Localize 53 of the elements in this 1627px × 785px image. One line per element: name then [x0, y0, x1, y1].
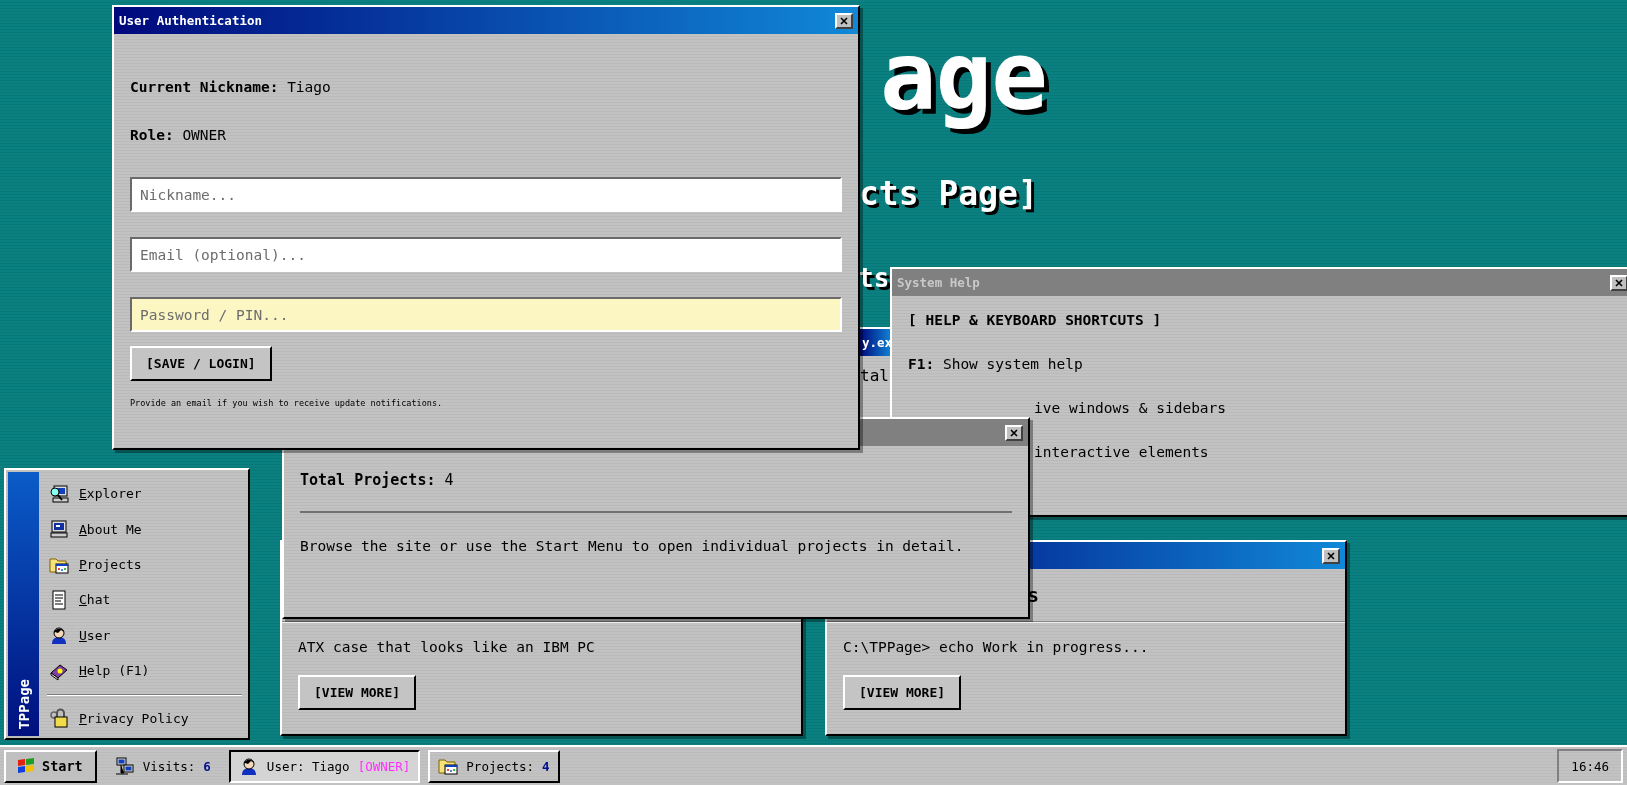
close-button[interactable] [835, 12, 853, 29]
help-line: F1: Show system help [908, 356, 1084, 372]
padlock-icon [49, 708, 69, 729]
window-title: System Help [897, 275, 980, 290]
page-heading: age [880, 22, 1047, 131]
window-text: tal [860, 366, 890, 385]
password-field[interactable]: Password / PIN... [130, 297, 842, 332]
view-more-button[interactable]: [VIEW MORE] [298, 675, 417, 710]
document-icon [49, 589, 69, 610]
total-projects-text: Total Projects: 4 [300, 471, 455, 489]
help-line: interactive elements [1033, 444, 1210, 460]
start-button[interactable]: Start [4, 749, 97, 783]
projects-description: Browse the site or use the Start Menu to open individual projects in detail. [300, 538, 965, 554]
clock: 16:46 [1557, 749, 1623, 783]
account-info: Role: OWNER [130, 127, 228, 143]
taskbar-item[interactable]: Projects: 4 [428, 749, 560, 783]
close-button[interactable] [1610, 274, 1627, 291]
menu-item[interactable]: Projects [47, 546, 246, 583]
close-icon [1327, 551, 1335, 560]
taskbar-item[interactable]: User: Tiago [OWNER] [228, 749, 421, 783]
help-line: ive windows & sidebars [1033, 400, 1228, 416]
computer-icon [49, 519, 69, 540]
close-icon [840, 16, 848, 25]
flag-icon [16, 756, 36, 776]
close-button[interactable] [1005, 424, 1023, 441]
monitor-magnifier-icon [49, 483, 69, 504]
input-field[interactable]: Nickname... [130, 177, 842, 212]
menu-item[interactable]: User [47, 617, 246, 654]
help-note: Provide an email if you wish to receive update notifications. [130, 398, 444, 408]
network-icon [114, 756, 135, 776]
menu-item[interactable]: About Me [47, 511, 246, 547]
close-button[interactable] [1322, 547, 1340, 564]
menu-item[interactable]: Explorer [47, 476, 246, 512]
view-more-button[interactable]: [VIEW MORE] [843, 675, 962, 710]
window-title: y.ex [862, 335, 892, 350]
card-description: C:\TPPage> echo Work in progress... [843, 639, 1150, 655]
close-icon [1010, 428, 1018, 437]
help-heading: [ HELP & KEYBOARD SHORTCUTS ] [908, 312, 1163, 328]
window-title: User Authentication [119, 13, 262, 28]
taskbar-item[interactable]: Visits: 6 [104, 749, 221, 783]
account-info: Current Nickname: Tiago [130, 79, 332, 95]
section-heading: ts [858, 263, 890, 293]
card-description: ATX case that looks like an IBM PC [298, 639, 596, 655]
close-icon [1615, 278, 1623, 287]
menu-item[interactable]: Privacy Policy [47, 700, 246, 736]
menu-item[interactable]: Chat [47, 582, 246, 618]
folder-icon [438, 756, 459, 776]
user-icon [49, 625, 69, 646]
input-field[interactable]: Email (optional)... [130, 237, 842, 272]
save-login-button[interactable]: [SAVE / LOGIN] [130, 346, 272, 381]
page-subheading: cts Page] [859, 174, 1038, 213]
menu-item[interactable]: Help (F1) [47, 653, 246, 689]
menu-brand: TPPage [15, 679, 32, 730]
